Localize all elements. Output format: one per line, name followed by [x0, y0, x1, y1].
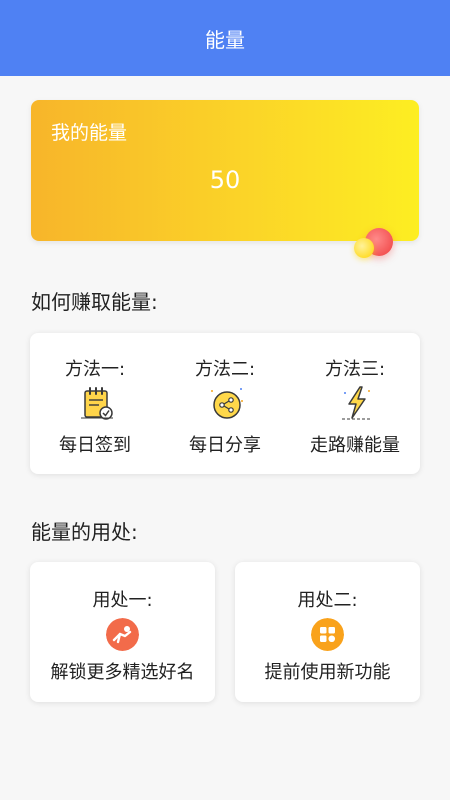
app-header: 能量: [0, 0, 450, 76]
method-title: 方法二:: [194, 359, 256, 380]
yellow-ball-decoration: [354, 238, 374, 258]
uses-section-title: 能量的用处:: [31, 520, 138, 544]
earn-methods-card: 方法一: 每日签到 方法二: 每日分享 方法三: 走路赚能量: [30, 333, 420, 474]
share-icon: [211, 388, 243, 419]
page-title: 能量: [205, 27, 245, 52]
use-name: 提前使用新功能: [264, 662, 391, 683]
energy-value: 50: [209, 166, 241, 194]
my-energy-card: 我的能量 50: [31, 100, 419, 241]
use-title: 用处一:: [92, 590, 153, 611]
method-name: 走路赚能量: [310, 435, 400, 456]
app-grid-icon: [311, 618, 344, 651]
method-walk-earn[interactable]: 方法三: 走路赚能量: [290, 333, 420, 474]
calendar-check-icon: [81, 387, 113, 420]
method-daily-checkin[interactable]: 方法一: 每日签到: [30, 333, 160, 474]
lightning-icon: [342, 386, 372, 420]
method-title: 方法一:: [64, 359, 126, 380]
running-person-icon: [106, 618, 139, 651]
use-title: 用处二:: [297, 590, 358, 611]
use-card-early-features[interactable]: 用处二: 提前使用新功能: [235, 562, 420, 702]
method-daily-share[interactable]: 方法二: 每日分享: [160, 333, 290, 474]
energy-label: 我的能量: [51, 122, 128, 144]
method-title: 方法三:: [324, 359, 386, 380]
method-name: 每日签到: [59, 435, 131, 456]
use-name: 解锁更多精选好名: [50, 662, 195, 683]
use-card-unlock-names[interactable]: 用处一: 解锁更多精选好名: [30, 562, 215, 702]
method-name: 每日分享: [189, 435, 261, 456]
earn-section-title: 如何赚取能量:: [31, 290, 158, 314]
